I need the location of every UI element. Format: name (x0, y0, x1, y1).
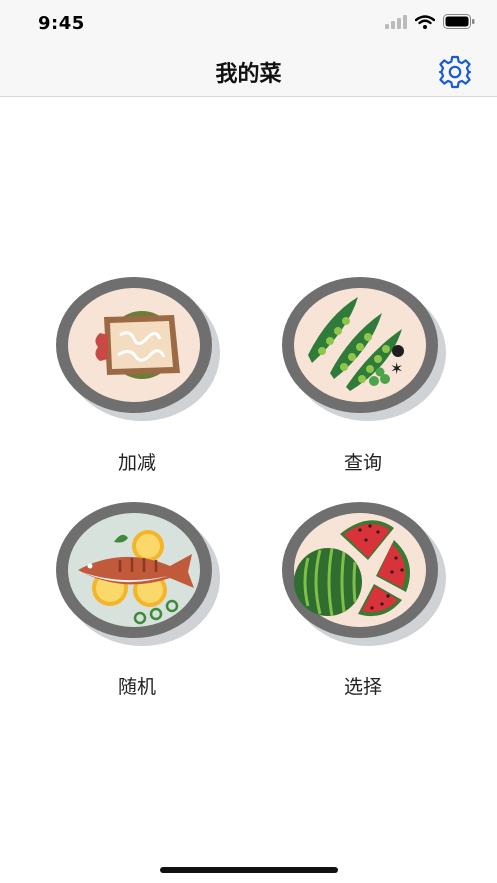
menu-item-random[interactable]: 随机 (52, 500, 222, 700)
page-title: 我的菜 (215, 62, 282, 87)
app-screen: 9:45 我的菜 加减 ✶ 查询 随机 选择 (0, 0, 497, 883)
status-bar: 9:45 (0, 0, 497, 46)
watermelon-plate-icon (282, 502, 446, 646)
peas-plate-icon: ✶ (282, 277, 446, 421)
svg-text:✶: ✶ (390, 359, 403, 378)
fish-plate-icon (56, 502, 220, 646)
menu-item-add-subtract[interactable]: 加减 (52, 275, 222, 475)
signal-icon (385, 14, 407, 29)
home-indicator[interactable] (160, 867, 338, 873)
battery-icon (443, 14, 475, 29)
sandwich-plate-icon (56, 277, 220, 421)
menu-item-choose[interactable]: 选择 (278, 500, 448, 700)
menu-label-query: 查询 (343, 452, 382, 474)
nav-bar: 我的菜 (0, 46, 497, 97)
status-time: 9:45 (38, 13, 85, 34)
gear-icon (438, 55, 472, 89)
menu-item-query[interactable]: ✶ 查询 (278, 275, 448, 475)
menu-label-random: 随机 (117, 676, 156, 698)
settings-button[interactable] (437, 54, 473, 90)
wifi-icon (415, 14, 435, 29)
menu-label-add-subtract: 加减 (117, 452, 156, 474)
status-icons (385, 14, 475, 29)
menu-label-choose: 选择 (343, 676, 382, 698)
